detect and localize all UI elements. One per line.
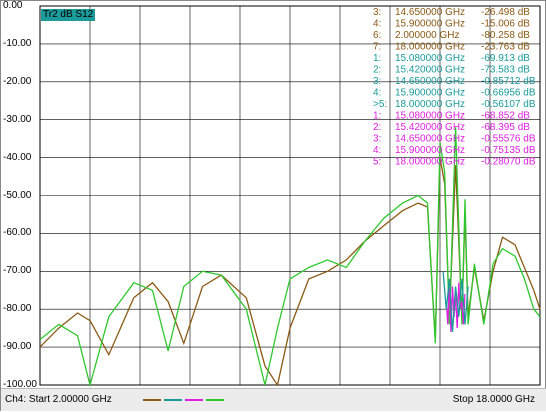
- marker-readout-row: 6: 2.000000 GHz -80.258 dB: [373, 30, 530, 41]
- marker-value: -0.56107 dB: [481, 99, 536, 110]
- marker-value: -0.75135 dB: [481, 145, 536, 156]
- y-tick-label: -10.00: [3, 37, 32, 49]
- marker-frequency: 18.000000 GHz: [395, 99, 465, 110]
- marker-id: 5:: [373, 157, 381, 168]
- marker-readout-row: 1: 15.080000 GHz -69.913 dB: [373, 53, 530, 64]
- marker-readout-row: 3: 14.650000 GHz -0.55576 dB: [373, 134, 536, 145]
- marker-value: -15.006 dB: [481, 19, 530, 30]
- marker-id: 3:: [373, 134, 381, 145]
- marker-value: -73.583 dB: [481, 65, 530, 76]
- stop-frequency[interactable]: Stop 18.0000 GHz: [453, 394, 535, 405]
- marker-frequency: 14.650000 GHz: [395, 134, 465, 145]
- marker-value: -0.66956 dB: [481, 88, 536, 99]
- analyzer-window: 3: 14.650000 GHz -26.498 dB 4: 15.900000 GHz…: [0, 0, 546, 411]
- marker-id: 4:: [373, 145, 381, 156]
- marker-value: -68.852 dB: [481, 111, 530, 122]
- marker-value: -80.258 dB: [481, 30, 530, 41]
- marker-id: 1:: [373, 111, 381, 122]
- trace-plot[interactable]: 3: 14.650000 GHz -26.498 dB 4: 15.900000 GHz…: [1, 1, 546, 412]
- marker-frequency: 15.080000 GHz: [395, 53, 465, 64]
- y-tick-label: 0.00: [3, 0, 23, 11]
- marker-id: 2:: [373, 65, 381, 76]
- marker-frequency: 15.080000 GHz: [395, 111, 465, 122]
- marker-readout-row: 7: 18.000000 GHz -23.763 dB: [373, 42, 530, 53]
- marker-value: -0.28070 dB: [481, 157, 536, 168]
- marker-readout-row: 5: 18.000000 GHz -0.28070 dB: [373, 157, 536, 168]
- marker-readout-row: 4: 15.900000 GHz -0.66956 dB: [373, 88, 536, 99]
- marker-readout-row: 2: 15.420000 GHz -68.395 dB: [373, 122, 530, 133]
- legend-teal: [164, 399, 182, 401]
- legend-brown: [143, 399, 161, 401]
- marker-id: 7:: [373, 42, 381, 53]
- start-frequency[interactable]: Ch4: Start 2.00000 GHz: [5, 394, 112, 405]
- legend-green: [206, 399, 224, 401]
- marker-readout-row: >5: 18.000000 GHz -0.56107 dB: [373, 99, 536, 110]
- marker-value: -23.763 dB: [481, 42, 530, 53]
- marker-id: >5:: [373, 99, 387, 110]
- marker-value: -26.498 dB: [481, 7, 530, 18]
- marker-readout-row: 3: 14.650000 GHz -0.85712 dB: [373, 76, 536, 87]
- marker-frequency: 18.000000 GHz: [395, 42, 465, 53]
- marker-id: 6:: [373, 30, 381, 41]
- marker-value: -0.85712 dB: [481, 76, 536, 87]
- marker-value: -69.913 dB: [481, 53, 530, 64]
- marker-readout-row: 2: 15.420000 GHz -73.583 dB: [373, 65, 530, 76]
- marker-frequency: 2.000000 GHz: [395, 30, 460, 41]
- y-tick-label: -50.00: [3, 189, 32, 201]
- y-tick-label: -60.00: [3, 227, 32, 239]
- marker-frequency: 14.650000 GHz: [395, 7, 465, 18]
- marker-readout-row: 4: 15.900000 GHz -0.75135 dB: [373, 145, 536, 156]
- marker-frequency: 15.900000 GHz: [395, 145, 465, 156]
- y-tick-label: -30.00: [3, 113, 32, 125]
- marker-id: 2:: [373, 122, 381, 133]
- marker-readout-row: 3: 14.650000 GHz -26.498 dB: [373, 7, 530, 18]
- marker-id: 3:: [373, 7, 381, 18]
- y-tick-label: -80.00: [3, 303, 32, 315]
- y-tick-label: -70.00: [3, 265, 32, 277]
- marker-value: -68.395 dB: [481, 122, 530, 133]
- marker-id: 1:: [373, 53, 381, 64]
- marker-frequency: 15.420000 GHz: [395, 65, 465, 76]
- y-tick-label: -40.00: [3, 151, 32, 163]
- marker-frequency: 15.900000 GHz: [395, 19, 465, 30]
- marker-id: 4:: [373, 88, 381, 99]
- marker-frequency: 15.420000 GHz: [395, 122, 465, 133]
- marker-frequency: 18.000000 GHz: [395, 157, 465, 168]
- marker-frequency: 15.900000 GHz: [395, 88, 465, 99]
- legend-magenta: [185, 399, 203, 401]
- marker-value: -0.55576 dB: [481, 134, 536, 145]
- marker-id: 3:: [373, 76, 381, 87]
- marker-frequency: 14.650000 GHz: [395, 76, 465, 87]
- y-tick-label: -90.00: [3, 341, 32, 353]
- status-bar: Ch4: Start 2.00000 GHz Stop 18.0000 GHz: [1, 388, 546, 411]
- trace-tag[interactable]: Tr2 dB S12: [41, 9, 96, 21]
- y-tick-label: -20.00: [3, 75, 32, 87]
- marker-id: 4:: [373, 19, 381, 30]
- marker-readout-row: 1: 15.080000 GHz -68.852 dB: [373, 111, 530, 122]
- marker-readout-row: 4: 15.900000 GHz -15.006 dB: [373, 19, 530, 30]
